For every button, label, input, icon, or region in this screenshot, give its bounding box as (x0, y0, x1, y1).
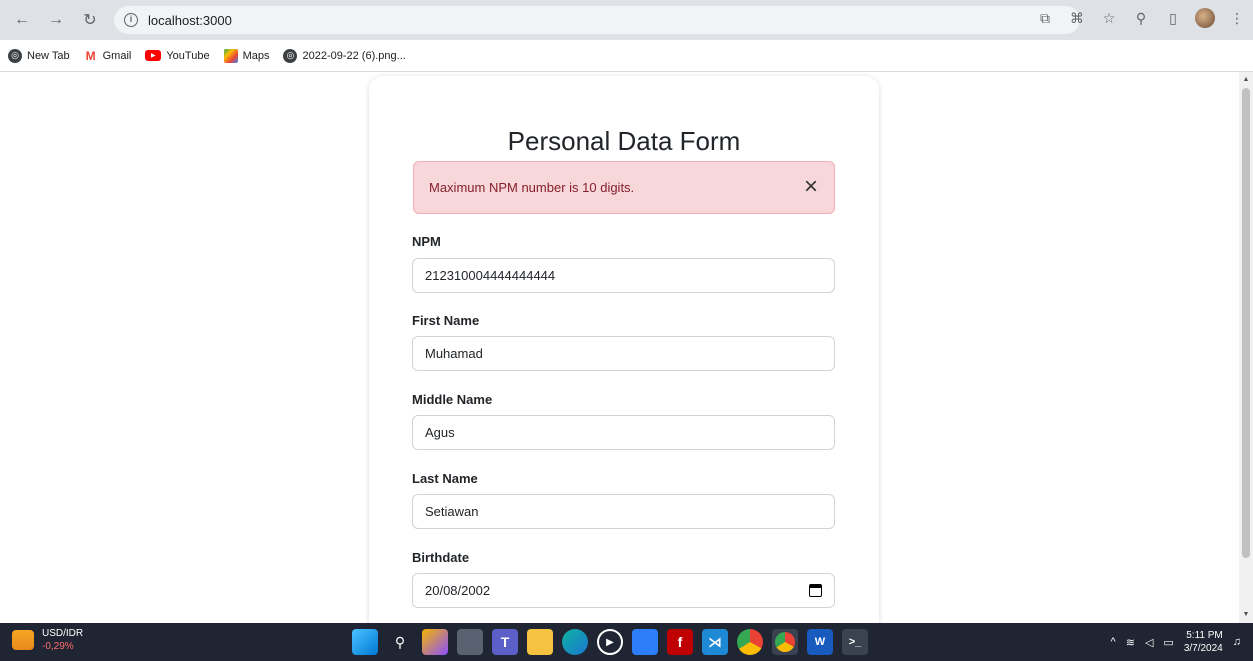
npm-label: NPM (412, 234, 441, 249)
birthdate-label: Birthdate (412, 550, 470, 565)
calendar-icon[interactable] (809, 584, 822, 597)
terminal-icon[interactable]: >_ (842, 629, 868, 655)
copilot-icon[interactable] (422, 629, 448, 655)
bookmark-label: YouTube (166, 49, 210, 62)
maps-icon (223, 48, 238, 63)
bookmark-screenshot[interactable]: ◎ 2022-09-22 (6).png... (283, 48, 406, 63)
filezilla-icon[interactable]: f (667, 629, 693, 655)
close-icon[interactable]: × (800, 175, 822, 199)
chrome-icon[interactable] (737, 629, 763, 655)
battery-icon[interactable]: ▭ (1163, 636, 1173, 649)
address-url: localhost:3000 (148, 12, 232, 28)
volume-icon[interactable]: ◁ (1145, 636, 1153, 649)
last-name-value: Setiawan (425, 504, 479, 519)
bookmark-label: Maps (242, 49, 270, 62)
chevron-up-icon[interactable]: ^ (1111, 636, 1116, 648)
page-scrollbar[interactable]: ▲ ▼ (1239, 72, 1253, 623)
finance-widget[interactable]: USD/IDR -0,29% (12, 627, 83, 653)
star-icon[interactable]: ☆ (1099, 8, 1119, 28)
bookmark-label: Gmail (102, 49, 132, 62)
bookmarks-bar: ◎ New Tab M Gmail ▶ YouTube Maps ◎ 2022-… (0, 40, 1253, 72)
windows-start-icon[interactable] (352, 629, 378, 655)
scroll-down-icon[interactable]: ▼ (1242, 611, 1250, 619)
gmail-icon: M (85, 48, 96, 63)
error-alert: Maximum NPM number is 10 digits. × (413, 161, 835, 214)
bookmark-label: New Tab (27, 49, 70, 62)
address-bar[interactable]: i localhost:3000 (114, 6, 1080, 34)
task-view-icon[interactable] (457, 629, 483, 655)
last-name-label: Last Name (412, 471, 478, 486)
clock-date: 3/7/2024 (1183, 643, 1223, 654)
store-icon[interactable] (632, 629, 658, 655)
scroll-thumb[interactable] (1242, 88, 1250, 558)
widget-title: USD/IDR (42, 628, 84, 639)
word-icon[interactable]: W (807, 629, 833, 655)
globe-icon: ◎ (8, 48, 22, 63)
cast-icon[interactable]: ⧉ (1035, 8, 1055, 28)
chrome-active-icon[interactable] (772, 629, 798, 655)
extensions-icon[interactable]: ⚲ (1131, 8, 1151, 28)
notification-bell-icon[interactable]: ♫ (1233, 636, 1241, 648)
reload-icon[interactable]: ↻ (78, 8, 102, 32)
file-explorer-icon[interactable] (527, 629, 553, 655)
youtube-icon: ▶ (145, 50, 162, 61)
middle-name-input[interactable]: Agus (412, 415, 835, 450)
edge-icon[interactable] (562, 629, 588, 655)
translate-icon[interactable]: ⌘ (1067, 8, 1087, 28)
page-title: Personal Data Form (507, 126, 741, 156)
birthdate-value: 20/08/2002 (425, 583, 491, 598)
last-name-input[interactable]: Setiawan (412, 494, 835, 529)
bookmark-youtube[interactable]: ▶ YouTube (145, 49, 210, 62)
page-viewport: Personal Data Form Maximum NPM number is… (0, 72, 1253, 623)
forward-icon[interactable]: → (44, 8, 68, 32)
alert-message: Maximum NPM number is 10 digits. (429, 180, 635, 195)
bookmark-maps[interactable]: Maps (223, 48, 270, 63)
first-name-input[interactable]: Muhamad (412, 336, 835, 371)
media-player-icon[interactable]: ▶ (597, 629, 623, 655)
bookmark-new-tab[interactable]: ◎ New Tab (8, 48, 70, 63)
form-card: Personal Data Form Maximum NPM number is… (369, 76, 879, 623)
birthdate-input[interactable]: 20/08/2002 (412, 573, 835, 608)
menu-icon[interactable]: ⋮ (1227, 8, 1247, 28)
bookmark-label: 2022-09-22 (6).png... (302, 49, 406, 62)
browser-toolbar: ← → ↻ i localhost:3000 ⧉ ⌘ ☆ ⚲ ▯ ⋮ (0, 0, 1253, 40)
vscode-icon[interactable]: ⋊ (702, 629, 728, 655)
system-clock[interactable]: 5:11 PM 3/7/2024 (1184, 629, 1223, 655)
middle-name-value: Agus (425, 425, 455, 440)
globe-icon: ◎ (283, 48, 298, 63)
currency-icon (12, 630, 34, 650)
search-icon[interactable]: ⚲ (387, 629, 413, 655)
site-info-icon[interactable]: i (124, 13, 138, 27)
scroll-up-icon[interactable]: ▲ (1242, 76, 1250, 84)
widget-value: -0,29% (42, 641, 74, 652)
npm-input[interactable]: 212310004444444444 (412, 258, 835, 293)
wifi-icon[interactable]: ≋ (1126, 636, 1135, 649)
taskbar: USD/IDR -0,29% ⚲ T ▶ f ⋊ W >_ ^ ≋ ◁ ▭ 5:… (0, 623, 1253, 661)
npm-value: 212310004444444444 (425, 268, 556, 283)
first-name-label: First Name (412, 313, 480, 328)
profile-avatar[interactable] (1195, 8, 1215, 28)
teams-icon[interactable]: T (492, 629, 518, 655)
middle-name-label: Middle Name (412, 392, 493, 407)
clock-time: 5:11 PM (1186, 630, 1223, 641)
side-panel-icon[interactable]: ▯ (1163, 8, 1183, 28)
bookmark-gmail[interactable]: M Gmail (84, 49, 132, 63)
first-name-value: Muhamad (425, 346, 483, 361)
back-icon[interactable]: ← (10, 8, 34, 32)
